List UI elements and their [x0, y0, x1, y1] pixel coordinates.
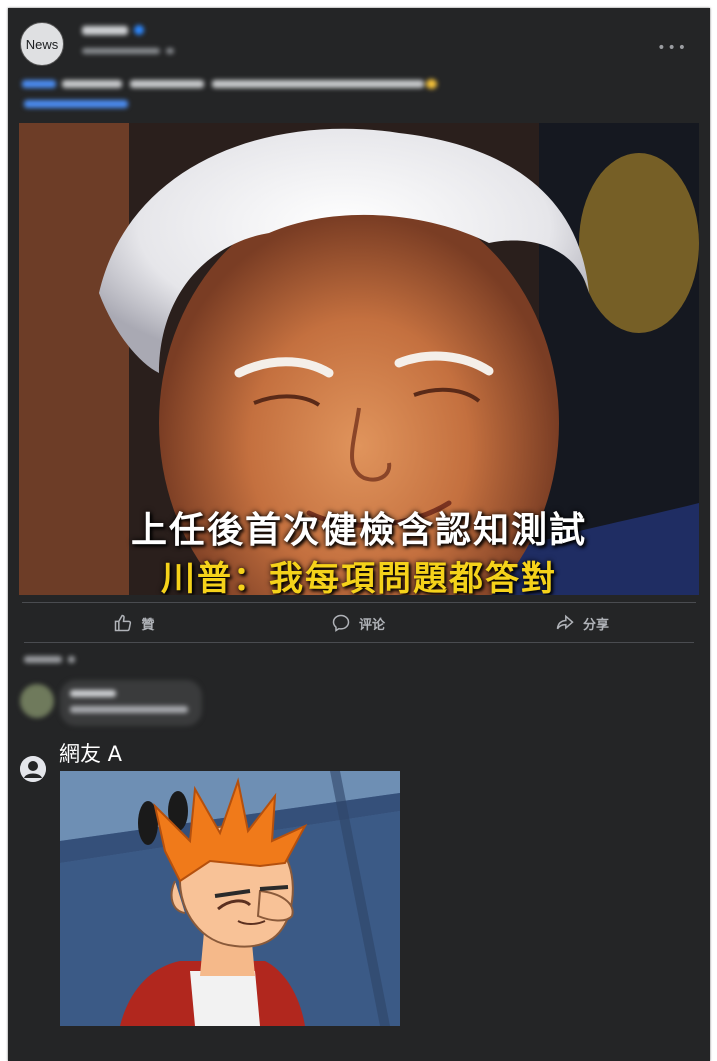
- divider-bottom: [24, 642, 694, 643]
- image-caption-line1: 上任後首次健檢含認知測試: [130, 510, 587, 551]
- comment-label: 评论: [358, 617, 385, 633]
- share-button[interactable]: 分享: [470, 606, 694, 640]
- user-icon[interactable]: [20, 756, 46, 782]
- comment-button[interactable]: 评论: [246, 606, 470, 640]
- comment-author[interactable]: 網友 A: [59, 738, 122, 768]
- comment-meme-image[interactable]: [60, 771, 400, 1026]
- page-avatar-text: News: [25, 36, 59, 52]
- like-label: 贊: [141, 617, 155, 633]
- action-bar: 贊 评论 分享: [22, 606, 694, 640]
- divider-top: [22, 602, 696, 603]
- speech-bubble-icon: [332, 614, 350, 632]
- post-image[interactable]: 上任後首次健檢含認知測試 川普：我每項問題都答對: [19, 123, 699, 595]
- page-avatar[interactable]: News: [20, 22, 64, 66]
- share-label: 分享: [582, 617, 609, 633]
- share-arrow-icon: [556, 614, 574, 630]
- ellipsis-icon[interactable]: •••: [657, 40, 688, 56]
- like-button[interactable]: 贊: [22, 606, 246, 640]
- post-card: News ••• 上任後首次健檢含認知測試 川普：我每項問題都答對 贊 评论 分…: [8, 8, 710, 1061]
- image-caption-line2: 川普：我每項問題都答對: [161, 559, 557, 595]
- thumbs-up-icon: [115, 614, 132, 632]
